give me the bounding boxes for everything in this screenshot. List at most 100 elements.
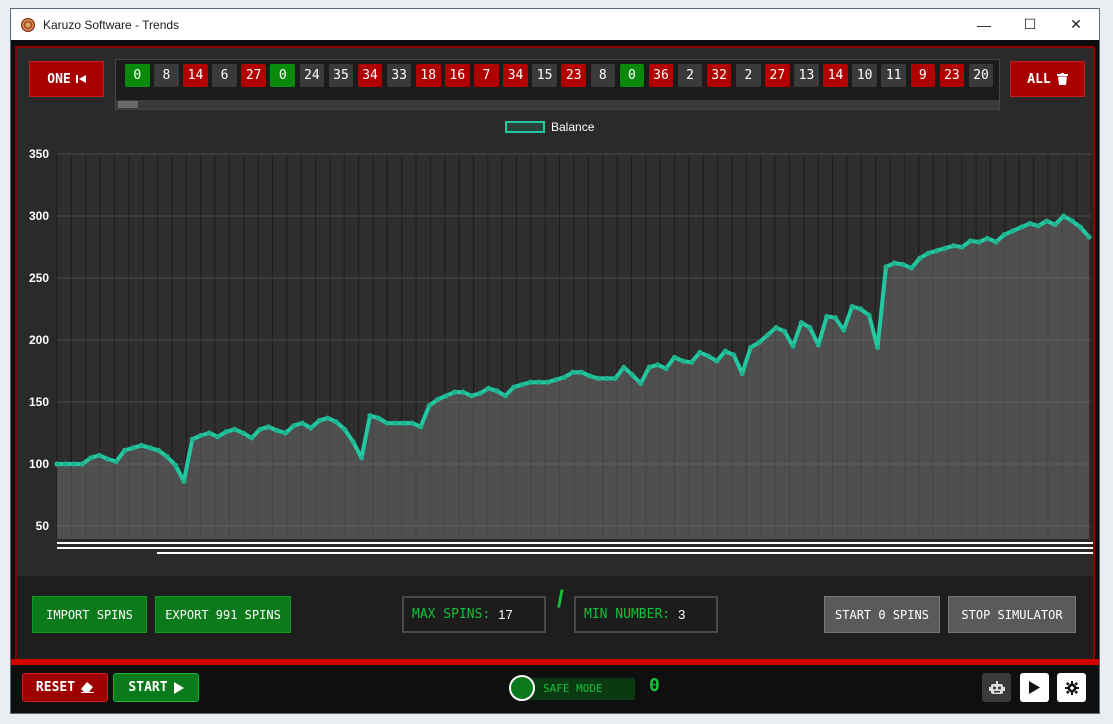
- balance-point: [265, 424, 272, 430]
- window-controls: — ☐ ✕: [961, 9, 1099, 40]
- balance-point: [215, 434, 221, 440]
- spin-chip[interactable]: 27: [765, 64, 790, 87]
- play-button[interactable]: [1020, 673, 1049, 702]
- y-tick-label: 250: [29, 271, 49, 285]
- maximize-button[interactable]: ☐: [1007, 9, 1053, 40]
- spin-chip[interactable]: 11: [881, 64, 907, 87]
- clear-all-button[interactable]: ALL: [1010, 61, 1085, 97]
- balance-point: [790, 343, 796, 349]
- balance-point: [849, 303, 855, 310]
- spin-history-strip: 0 8 14 6 27 0 24 35 34 33 18 16 7 34 15 23 8 0 36 2 32 2 27 13 1…: [115, 59, 1000, 110]
- spin-chip[interactable]: 14: [823, 64, 848, 87]
- safe-mode-label: SAFE MODE: [543, 682, 603, 695]
- spin-chip[interactable]: 10: [852, 64, 877, 87]
- y-tick-label: 350: [29, 147, 49, 161]
- min-number-field[interactable]: MIN NUMBER: 3: [574, 596, 718, 633]
- spin-chip[interactable]: 8: [154, 64, 179, 87]
- spin-chip[interactable]: 0: [125, 64, 150, 87]
- reset-button[interactable]: RESET: [22, 673, 108, 702]
- spin-chip[interactable]: 15: [532, 64, 557, 87]
- spin-chip[interactable]: 7: [474, 64, 499, 87]
- spin-chip[interactable]: 20: [968, 64, 994, 87]
- spin-chip[interactable]: 36: [648, 64, 674, 87]
- balance-point: [1061, 213, 1067, 219]
- safe-mode-toggle[interactable]: SAFE MODE: [509, 675, 639, 703]
- balance-point: [511, 384, 517, 390]
- balance-point: [654, 362, 661, 368]
- balance-point: [748, 344, 754, 351]
- y-tick-label: 50: [36, 519, 50, 533]
- spin-chip[interactable]: 35: [328, 64, 354, 87]
- balance-point: [984, 235, 991, 241]
- balance-point: [570, 369, 576, 375]
- balance-point: [198, 432, 204, 439]
- start-button[interactable]: START: [113, 673, 199, 702]
- balance-point: [325, 415, 331, 421]
- close-button[interactable]: ✕: [1053, 9, 1099, 40]
- spin-chip[interactable]: 32: [706, 64, 732, 87]
- safe-mode-knob[interactable]: [509, 675, 535, 701]
- spin-chip[interactable]: 14: [183, 64, 208, 87]
- y-tick-label: 150: [29, 395, 49, 409]
- balance-point: [375, 415, 382, 421]
- balance-point: [358, 455, 365, 461]
- reset-label: RESET: [35, 680, 76, 695]
- import-spins-button[interactable]: IMPORT SPINS: [32, 596, 147, 633]
- balance-point: [223, 429, 229, 435]
- balance-point: [88, 455, 94, 461]
- balance-point: [299, 420, 305, 426]
- spin-chip[interactable]: 6: [212, 64, 237, 87]
- spin-chip[interactable]: 27: [241, 64, 266, 87]
- stop-simulator-button[interactable]: STOP SIMULATOR: [948, 596, 1076, 633]
- spin-chip[interactable]: 34: [503, 64, 528, 87]
- spin-chip[interactable]: 8: [590, 64, 616, 87]
- balance-point: [874, 344, 881, 351]
- robot-button[interactable]: [982, 673, 1011, 702]
- spin-chip[interactable]: 23: [561, 64, 586, 87]
- balance-point: [485, 385, 492, 391]
- start-spins-button[interactable]: START 0 SPINS: [824, 596, 940, 633]
- balance-point: [519, 382, 525, 388]
- spin-chip[interactable]: 24: [299, 64, 325, 87]
- spin-chip[interactable]: 16: [445, 64, 470, 87]
- spin-chip[interactable]: 0: [619, 64, 645, 87]
- balance-point: [96, 452, 102, 458]
- export-spins-button[interactable]: EXPORT 991 SPINS: [155, 596, 291, 633]
- balance-point: [155, 447, 162, 453]
- balance-point: [976, 239, 982, 245]
- balance-point: [934, 248, 940, 254]
- spin-chip[interactable]: 2: [677, 64, 703, 87]
- spin-chip[interactable]: 0: [270, 64, 296, 87]
- remove-one-button[interactable]: ONE: [29, 61, 104, 97]
- spin-chip[interactable]: 9: [910, 64, 936, 87]
- balance-point: [1010, 228, 1016, 234]
- balance-point: [942, 245, 948, 251]
- balance-point: [832, 315, 838, 321]
- safe-mode-count: 0: [649, 675, 660, 696]
- balance-point: [54, 461, 60, 467]
- spin-chip[interactable]: 18: [415, 64, 441, 87]
- spin-chip[interactable]: 33: [386, 64, 412, 87]
- roulette-icon: [21, 17, 35, 32]
- spin-strip-scrollbar[interactable]: [116, 100, 999, 109]
- title-bar: Karuzo Software - Trends — ☐ ✕: [11, 9, 1099, 40]
- gear-icon: [1064, 680, 1079, 695]
- balance-point: [443, 393, 449, 399]
- max-spins-value[interactable]: 17: [498, 607, 512, 622]
- balance-point: [604, 375, 610, 382]
- spin-chip[interactable]: 2: [735, 64, 761, 87]
- balance-point: [917, 255, 923, 261]
- scrollbar-thumb[interactable]: [118, 101, 138, 108]
- max-spins-field[interactable]: MAX SPINS: 17: [402, 596, 546, 633]
- min-number-value[interactable]: 3: [678, 607, 685, 622]
- balance-point: [714, 358, 720, 364]
- balance-point: [925, 250, 931, 256]
- settings-button[interactable]: [1057, 673, 1086, 702]
- clear-all-label: ALL: [1027, 71, 1051, 87]
- minimize-button[interactable]: —: [961, 9, 1007, 40]
- controls-panel: IMPORT SPINS EXPORT 991 SPINS MAX SPINS:…: [17, 576, 1093, 664]
- spin-chip[interactable]: 23: [939, 64, 965, 87]
- spin-chip[interactable]: 13: [794, 64, 819, 87]
- spin-chip[interactable]: 34: [357, 64, 383, 87]
- balance-point: [663, 365, 669, 372]
